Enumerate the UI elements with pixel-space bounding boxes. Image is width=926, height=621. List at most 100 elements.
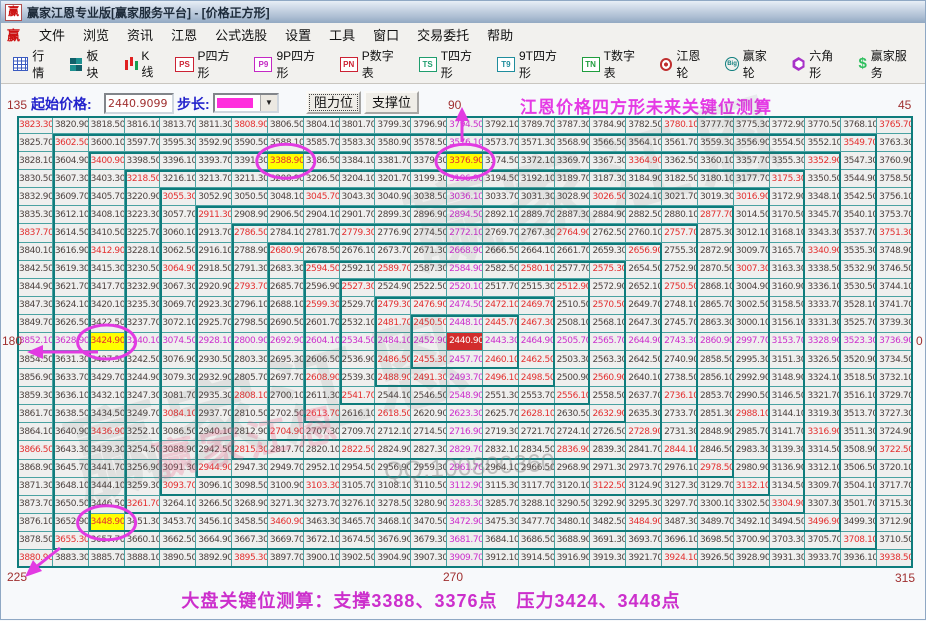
grid-cell[interactable]: 3914.50 xyxy=(519,550,555,568)
grid-cell[interactable]: 2988.10 xyxy=(734,405,770,423)
grid-cell[interactable]: 3062.50 xyxy=(160,243,196,261)
grid-cell[interactable]: 3777.70 xyxy=(698,116,734,134)
grid-cell[interactable]: 3837.70 xyxy=(17,224,53,242)
grid-cell[interactable]: 3664.90 xyxy=(196,532,232,550)
grid-cell[interactable]: 3372.10 xyxy=(519,152,555,170)
grid-cell[interactable]: 2587.30 xyxy=(411,261,447,279)
grid-cell[interactable]: 3859.30 xyxy=(17,387,53,405)
start-price-input[interactable] xyxy=(104,93,174,114)
grid-cell[interactable]: 3566.50 xyxy=(590,134,626,152)
grid-cell[interactable]: 2546.50 xyxy=(411,387,447,405)
grid-cell[interactable]: 3739.30 xyxy=(877,315,913,333)
grid-cell[interactable]: 2781.70 xyxy=(304,224,340,242)
grid-cell[interactable]: 3016.90 xyxy=(734,188,770,206)
grid-cell[interactable]: 3470.50 xyxy=(411,514,447,532)
grid-cell[interactable]: 3578.50 xyxy=(411,134,447,152)
grid-cell[interactable]: 2786.50 xyxy=(232,224,268,242)
grid-cell[interactable]: 3751.30 xyxy=(877,224,913,242)
grid-cell[interactable]: 3816.10 xyxy=(125,116,161,134)
grid-cell[interactable]: 3441.70 xyxy=(89,460,125,478)
grid-cell[interactable]: 3840.10 xyxy=(17,243,53,261)
grid-cell[interactable]: 3768.10 xyxy=(841,116,877,134)
grid-cell[interactable]: 2589.70 xyxy=(375,261,411,279)
grid-cell[interactable]: 3698.50 xyxy=(698,532,734,550)
grid-cell[interactable]: 3518.50 xyxy=(841,369,877,387)
grid-cell[interactable]: 3292.90 xyxy=(590,496,626,514)
grid-cell[interactable]: 2661.70 xyxy=(555,243,591,261)
grid-cell[interactable]: 3360.10 xyxy=(698,152,734,170)
grid-cell[interactable]: 2529.70 xyxy=(340,297,376,315)
grid-cell[interactable]: 2772.10 xyxy=(447,224,483,242)
grid-cell[interactable]: 3856.90 xyxy=(17,369,53,387)
grid-cell[interactable]: 3309.70 xyxy=(805,478,841,496)
grid-cell[interactable]: 3852.10 xyxy=(17,333,53,351)
grid-cell[interactable]: 3153.70 xyxy=(770,333,806,351)
toolbar-item-t-number-table[interactable]: TNT数字表 xyxy=(576,43,651,85)
grid-cell[interactable]: 3724.90 xyxy=(877,423,913,441)
grid-cell[interactable]: 2976.10 xyxy=(662,460,698,478)
grid-cell[interactable]: 3638.50 xyxy=(53,405,89,423)
grid-cell[interactable]: 3405.70 xyxy=(89,188,125,206)
grid-cell[interactable]: 3763.30 xyxy=(877,134,913,152)
grid-cell[interactable]: 3223.30 xyxy=(125,206,161,224)
grid-cell[interactable]: 3669.70 xyxy=(268,532,304,550)
grid-cell[interactable]: 3832.90 xyxy=(17,188,53,206)
grid-cell[interactable]: 3072.10 xyxy=(160,315,196,333)
grid-cell[interactable]: 3782.50 xyxy=(626,116,662,134)
grid-cell[interactable]: 3808.90 xyxy=(232,116,268,134)
grid-cell[interactable]: 2788.90 xyxy=(232,243,268,261)
grid-cell[interactable]: 3794.50 xyxy=(447,116,483,134)
grid-cell[interactable]: 3741.70 xyxy=(877,297,913,315)
grid-cell[interactable]: 3657.70 xyxy=(89,532,125,550)
grid-cell[interactable]: 3295.30 xyxy=(626,496,662,514)
grid-cell[interactable]: 3868.90 xyxy=(17,460,53,478)
grid-cell[interactable]: 3854.50 xyxy=(17,351,53,369)
grid-cell[interactable]: 2971.30 xyxy=(590,460,626,478)
grid-cell[interactable]: 3554.50 xyxy=(770,134,806,152)
grid-cell[interactable]: 2748.10 xyxy=(662,297,698,315)
grid-cell[interactable]: 3038.50 xyxy=(411,188,447,206)
grid-cell[interactable]: 2853.70 xyxy=(698,387,734,405)
grid-cell[interactable]: 3357.70 xyxy=(734,152,770,170)
grid-cell[interactable]: 3585.70 xyxy=(304,134,340,152)
grid-cell[interactable]: 3643.30 xyxy=(53,441,89,459)
grid-cell[interactable]: 3792.10 xyxy=(483,116,519,134)
grid-cell[interactable]: 2623.30 xyxy=(447,405,483,423)
grid-cell[interactable]: 2440.90 xyxy=(447,333,483,351)
grid-cell[interactable]: 3393.70 xyxy=(196,152,232,170)
grid-cell[interactable]: 2604.10 xyxy=(304,333,340,351)
grid-cell[interactable]: 3420.10 xyxy=(89,297,125,315)
grid-cell[interactable]: 3679.30 xyxy=(411,532,447,550)
grid-cell[interactable]: 2757.70 xyxy=(662,224,698,242)
grid-cell[interactable]: 3314.50 xyxy=(805,441,841,459)
grid-cell[interactable]: 2685.70 xyxy=(268,279,304,297)
grid-cell[interactable]: 2553.70 xyxy=(519,387,555,405)
grid-cell[interactable]: 3672.10 xyxy=(304,532,340,550)
grid-cell[interactable]: 2911.30 xyxy=(196,206,232,224)
grid-cell[interactable]: 2611.30 xyxy=(304,387,340,405)
grid-cell[interactable]: 2640.10 xyxy=(626,369,662,387)
grid-cell[interactable]: 3374.50 xyxy=(483,152,519,170)
grid-cell[interactable]: 3204.10 xyxy=(340,170,376,188)
grid-cell[interactable]: 3000.10 xyxy=(734,315,770,333)
grid-cell[interactable]: 3446.50 xyxy=(89,496,125,514)
grid-cell[interactable]: 2469.70 xyxy=(519,297,555,315)
grid-cell[interactable]: 3705.70 xyxy=(805,532,841,550)
grid-cell[interactable]: 2726.50 xyxy=(590,423,626,441)
grid-cell[interactable]: 2733.70 xyxy=(662,405,698,423)
grid-cell[interactable]: 3050.50 xyxy=(232,188,268,206)
grid-cell[interactable]: 2961.70 xyxy=(447,460,483,478)
grid-cell[interactable]: 3199.30 xyxy=(411,170,447,188)
grid-cell[interactable]: 3662.50 xyxy=(160,532,196,550)
grid-cell[interactable]: 3328.90 xyxy=(805,333,841,351)
grid-cell[interactable]: 2980.90 xyxy=(734,460,770,478)
grid-cell[interactable]: 2676.10 xyxy=(340,243,376,261)
grid-cell[interactable]: 3249.70 xyxy=(125,405,161,423)
grid-cell[interactable]: 3772.90 xyxy=(770,116,806,134)
grid-cell[interactable]: 2992.90 xyxy=(734,369,770,387)
grid-cell[interactable]: 2481.70 xyxy=(375,315,411,333)
grid-cell[interactable]: 2844.10 xyxy=(662,441,698,459)
grid-cell[interactable]: 3134.50 xyxy=(770,478,806,496)
grid-cell[interactable]: 2565.70 xyxy=(590,333,626,351)
grid-cell[interactable]: 3232.90 xyxy=(125,279,161,297)
